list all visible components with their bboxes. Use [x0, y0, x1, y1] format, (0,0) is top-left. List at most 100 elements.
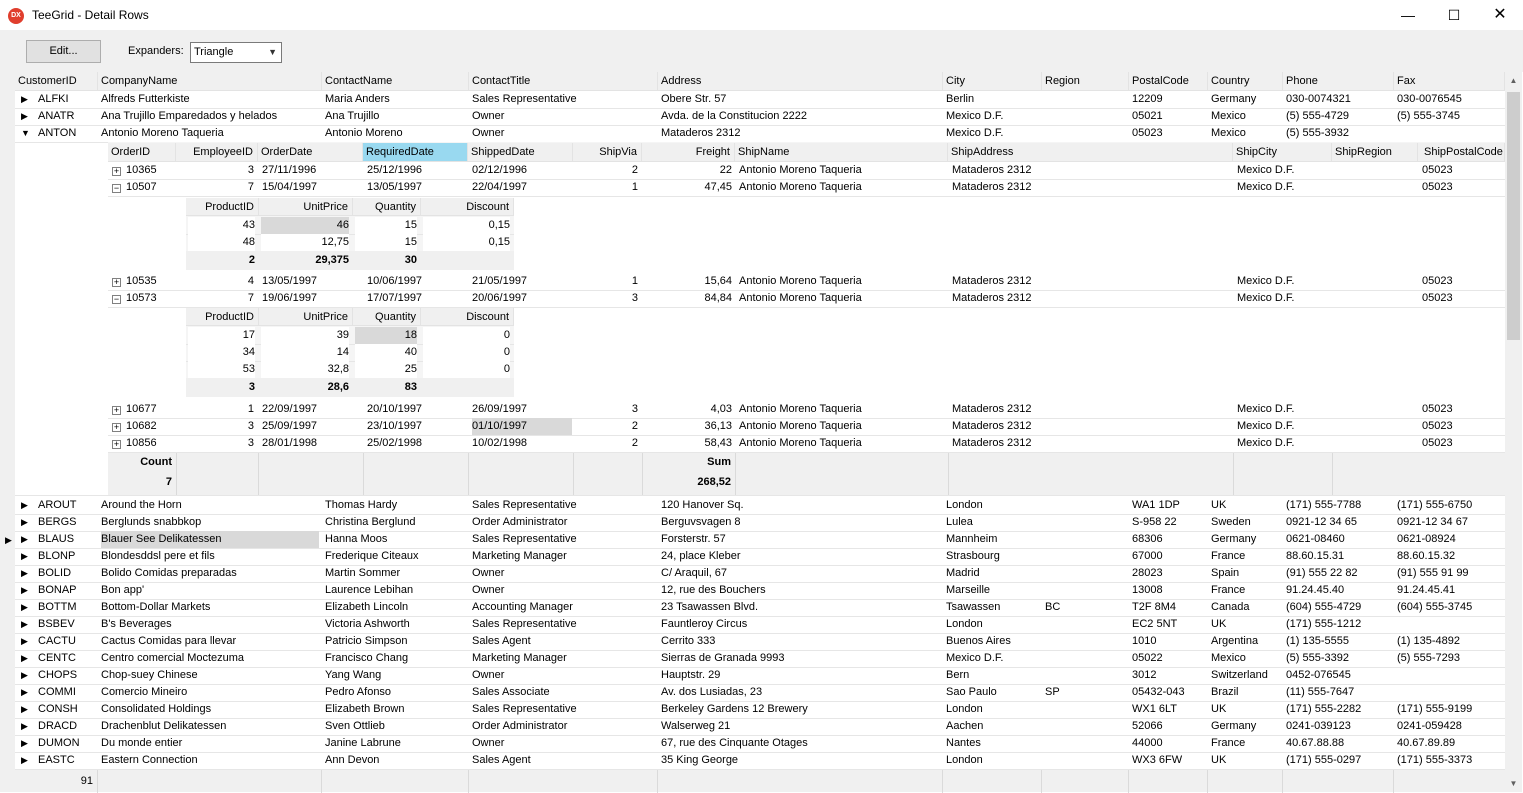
- cell-phone[interactable]: (171) 555-0297: [1286, 752, 1391, 769]
- cell-city[interactable]: Bern: [946, 667, 1039, 684]
- product-cell-product-id[interactable]: 48: [188, 234, 255, 251]
- collapse-icon[interactable]: −: [112, 184, 121, 193]
- cell-phone[interactable]: (1) 135-5555: [1286, 633, 1391, 650]
- cell-phone[interactable]: 0241-039123: [1286, 718, 1391, 735]
- cell-contact-title[interactable]: Owner: [472, 565, 655, 582]
- product-cell-product-id[interactable]: 17: [188, 327, 255, 344]
- cell-region[interactable]: [1045, 125, 1126, 142]
- cell-address[interactable]: 23 Tsawassen Blvd.: [661, 599, 940, 616]
- collapse-icon[interactable]: −: [112, 295, 121, 304]
- cell-country[interactable]: Mexico: [1211, 108, 1280, 125]
- cell-phone[interactable]: 0921-12 34 65: [1286, 514, 1391, 531]
- cell-postal-code[interactable]: 3012: [1132, 667, 1205, 684]
- cell-postal-code[interactable]: 12209: [1132, 91, 1205, 108]
- expanders-select[interactable]: Triangle ▼: [190, 42, 282, 63]
- order-cell-order-date[interactable]: 28/01/1998: [262, 435, 362, 452]
- cell-postal-code[interactable]: 05432-043: [1132, 684, 1205, 701]
- cell-address[interactable]: 35 King George: [661, 752, 940, 769]
- cell-fax[interactable]: [1397, 667, 1502, 684]
- cell-region[interactable]: [1045, 667, 1126, 684]
- cell-company-name[interactable]: Bottom-Dollar Markets: [101, 599, 319, 616]
- cell-phone[interactable]: 0452-076545: [1286, 667, 1391, 684]
- cell-contact-title[interactable]: Sales Representative: [472, 616, 655, 633]
- product-cell-quantity[interactable]: 25: [355, 361, 417, 378]
- cell-customer-id[interactable]: AROUT: [38, 497, 98, 514]
- order-cell-order-date[interactable]: 25/09/1997: [262, 418, 362, 435]
- product-cell-unit-price[interactable]: 46: [261, 217, 349, 234]
- order-cell-order-date[interactable]: 22/09/1997: [262, 401, 362, 418]
- cell-contact-name[interactable]: Hanna Moos: [325, 531, 466, 548]
- order-cell-ship-postal-code[interactable]: 05023: [1422, 435, 1505, 452]
- order-cell-order-id[interactable]: 10573: [126, 290, 176, 307]
- cell-city[interactable]: Tsawassen: [946, 599, 1039, 616]
- orders-column-header-shipped-date[interactable]: ShippedDate: [468, 143, 573, 162]
- cell-postal-code[interactable]: 05022: [1132, 650, 1205, 667]
- order-cell-required-date[interactable]: 23/10/1997: [367, 418, 467, 435]
- order-cell-required-date[interactable]: 25/12/1996: [367, 162, 467, 179]
- cell-contact-title[interactable]: Sales Representative: [472, 531, 655, 548]
- order-cell-ship-via[interactable]: 2: [573, 162, 638, 179]
- order-cell-ship-region[interactable]: [1336, 290, 1418, 307]
- cell-fax[interactable]: (5) 555-7293: [1397, 650, 1502, 667]
- cell-address[interactable]: Cerrito 333: [661, 633, 940, 650]
- cell-region[interactable]: [1045, 91, 1126, 108]
- column-header-region[interactable]: Region: [1042, 72, 1129, 91]
- cell-contact-name[interactable]: Ana Trujillo: [325, 108, 466, 125]
- product-cell-discount[interactable]: 0,15: [423, 217, 510, 234]
- cell-company-name[interactable]: Around the Horn: [101, 497, 319, 514]
- cell-city[interactable]: Mexico D.F.: [946, 650, 1039, 667]
- cell-fax[interactable]: 0241-059428: [1397, 718, 1502, 735]
- cell-postal-code[interactable]: 68306: [1132, 531, 1205, 548]
- expand-icon[interactable]: +: [112, 440, 121, 449]
- order-cell-shipped-date[interactable]: 20/06/1997: [472, 290, 572, 307]
- expand-icon[interactable]: +: [112, 423, 121, 432]
- cell-contact-name[interactable]: Elizabeth Lincoln: [325, 599, 466, 616]
- triangle-right-icon[interactable]: ▶: [21, 721, 28, 732]
- product-cell-quantity[interactable]: 40: [355, 344, 417, 361]
- order-cell-ship-city[interactable]: Mexico D.F.: [1237, 179, 1332, 196]
- scrollbar-thumb[interactable]: [1507, 92, 1520, 340]
- cell-postal-code[interactable]: 1010: [1132, 633, 1205, 650]
- cell-company-name[interactable]: Bon app': [101, 582, 319, 599]
- cell-country[interactable]: UK: [1211, 497, 1280, 514]
- cell-customer-id[interactable]: BSBEV: [38, 616, 98, 633]
- cell-phone[interactable]: (91) 555 22 82: [1286, 565, 1391, 582]
- column-header-contact-title[interactable]: ContactTitle: [469, 72, 658, 91]
- edit-button[interactable]: Edit...: [26, 40, 101, 63]
- orders-column-header-freight[interactable]: Freight: [642, 143, 735, 162]
- cell-contact-title[interactable]: Sales Agent: [472, 633, 655, 650]
- cell-contact-title[interactable]: Owner: [472, 735, 655, 752]
- column-header-contact-name[interactable]: ContactName: [322, 72, 469, 91]
- product-cell-unit-price[interactable]: 14: [261, 344, 349, 361]
- cell-postal-code[interactable]: 05021: [1132, 108, 1205, 125]
- column-header-city[interactable]: City: [943, 72, 1042, 91]
- cell-city[interactable]: Aachen: [946, 718, 1039, 735]
- cell-company-name[interactable]: Alfreds Futterkiste: [101, 91, 319, 108]
- cell-postal-code[interactable]: WA1 1DP: [1132, 497, 1205, 514]
- order-cell-ship-postal-code[interactable]: 05023: [1422, 179, 1505, 196]
- order-cell-employee-id[interactable]: 1: [176, 401, 254, 418]
- order-cell-required-date[interactable]: 17/07/1997: [367, 290, 467, 307]
- cell-region[interactable]: [1045, 701, 1126, 718]
- column-header-address[interactable]: Address: [658, 72, 943, 91]
- cell-fax[interactable]: (91) 555 91 99: [1397, 565, 1502, 582]
- cell-customer-id[interactable]: CONSH: [38, 701, 98, 718]
- triangle-right-icon[interactable]: ▶: [21, 111, 28, 122]
- orders-column-header-employee-id[interactable]: EmployeeID: [176, 143, 258, 162]
- order-cell-ship-name[interactable]: Antonio Moreno Taqueria: [739, 418, 948, 435]
- cell-city[interactable]: London: [946, 497, 1039, 514]
- triangle-right-icon[interactable]: ▶: [21, 500, 28, 511]
- cell-address[interactable]: Avda. de la Constitucion 2222: [661, 108, 940, 125]
- order-cell-ship-city[interactable]: Mexico D.F.: [1237, 418, 1332, 435]
- cell-country[interactable]: Mexico: [1211, 650, 1280, 667]
- cell-postal-code[interactable]: EC2 5NT: [1132, 616, 1205, 633]
- order-cell-ship-region[interactable]: [1336, 273, 1418, 290]
- cell-customer-id[interactable]: BONAP: [38, 582, 98, 599]
- cell-postal-code[interactable]: S-958 22: [1132, 514, 1205, 531]
- cell-contact-name[interactable]: Elizabeth Brown: [325, 701, 466, 718]
- order-cell-ship-address[interactable]: Mataderos 2312: [952, 401, 1233, 418]
- cell-company-name[interactable]: Centro comercial Moctezuma: [101, 650, 319, 667]
- order-cell-freight[interactable]: 15,64: [642, 273, 732, 290]
- cell-customer-id[interactable]: BERGS: [38, 514, 98, 531]
- cell-phone[interactable]: (5) 555-3932: [1286, 125, 1391, 142]
